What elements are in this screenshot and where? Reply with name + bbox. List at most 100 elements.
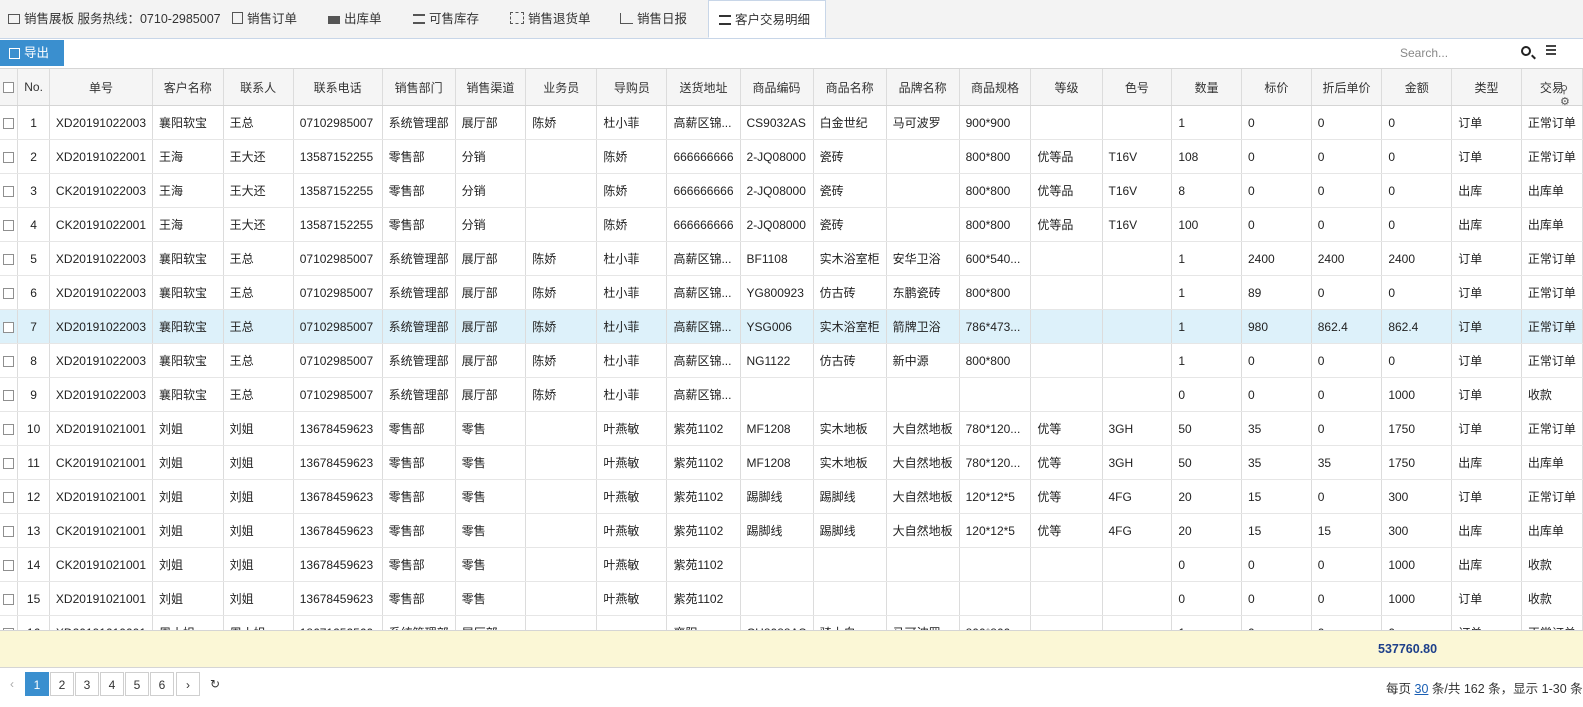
column-header[interactable]: 业务员 [525, 69, 598, 106]
row-checkbox[interactable] [0, 513, 19, 548]
table-cell: 2400 [1381, 241, 1453, 276]
page-button[interactable]: 6 [150, 672, 174, 696]
table-cell [525, 479, 598, 514]
gear-icon[interactable]: ⚙ [1560, 96, 1574, 108]
row-checkbox[interactable] [0, 139, 19, 174]
table-cell: 瓷砖 [813, 173, 887, 208]
table-cell [1102, 241, 1173, 276]
table-cell: 1 [1171, 309, 1242, 344]
search-icon[interactable] [1521, 46, 1531, 56]
table-row[interactable]: 10 XD20191021001 刘姐 刘姐 13678459623 零售部 零售 叶燕敏 紫苑… [0, 411, 1583, 446]
tab-sales-dashboard[interactable]: 销售展板 服务热线：0710-2985007 [8, 0, 221, 38]
column-header[interactable]: 商品规格 [959, 69, 1032, 106]
table-cell: 1 [1171, 615, 1242, 631]
column-header[interactable]: 销售渠道 [455, 69, 527, 106]
page-button[interactable]: 1 [25, 672, 49, 696]
table-cell: 862.4 [1381, 309, 1453, 344]
column-header[interactable]: 金额 [1381, 69, 1453, 106]
row-checkbox[interactable] [0, 479, 19, 514]
column-header[interactable]: 商品编码 [740, 69, 814, 106]
table-row[interactable]: 3 CK20191022003 王海 王大还 13587152255 零售部 分销 陈娇 666… [0, 173, 1583, 208]
table-cell: 杜小菲 [596, 343, 668, 378]
table-row[interactable]: 11 CK20191021001 刘姐 刘姐 13678459623 零售部 零售 叶燕敏 紫苑… [0, 445, 1583, 480]
column-header[interactable]: 类型 [1451, 69, 1522, 106]
column-header[interactable]: 色号 [1102, 69, 1173, 106]
row-checkbox[interactable] [0, 241, 19, 276]
column-header[interactable]: 联系人 [223, 69, 294, 106]
table-row[interactable]: 16XD20191010001周小姐周小姐18671252560系统管理部展厅部… [0, 615, 1583, 631]
row-checkbox[interactable] [0, 105, 19, 140]
table-row[interactable]: 14 CK20191021001 刘姐 刘姐 13678459623 零售部 零售 叶燕敏 紫苑… [0, 547, 1583, 582]
table-cell: 陈娇 [596, 207, 668, 242]
tab-daily-report[interactable]: 销售日报 [620, 0, 687, 38]
table-row[interactable]: 15 XD20191021001 刘姐 刘姐 13678459623 零售部 零售 叶燕敏 紫苑… [0, 581, 1583, 616]
table-cell: 订单 [1451, 241, 1522, 276]
prev-page-icon[interactable]: ‹ [0, 672, 24, 696]
table-cell: CK20191022003 [49, 173, 154, 208]
columns-menu-icon[interactable] [1546, 45, 1556, 57]
column-header[interactable]: 销售部门 [382, 69, 456, 106]
column-header[interactable]: 联系电话 [293, 69, 383, 106]
tab-available-stock[interactable]: 可售库存 [413, 0, 479, 38]
row-checkbox[interactable] [0, 547, 19, 582]
column-header[interactable]: 折后单价 [1311, 69, 1383, 106]
page-size-link[interactable]: 30 [1415, 682, 1429, 696]
table-row[interactable]: 4 CK20191022001 王海 王大还 13587152255 零售部 分销 陈娇 666… [0, 207, 1583, 242]
row-checkbox[interactable] [0, 445, 19, 480]
row-checkbox[interactable] [0, 581, 19, 616]
row-checkbox[interactable] [0, 207, 19, 242]
table-row[interactable]: 13 CK20191021001 刘姐 刘姐 13678459623 零售部 零售 叶燕敏 紫苑… [0, 513, 1583, 548]
table-row[interactable]: 2 XD20191022001 王海 王大还 13587152255 零售部 分销 陈娇 666… [0, 139, 1583, 174]
bar-chart-icon [620, 13, 633, 24]
table-cell: 出库 [1451, 207, 1522, 242]
select-all-checkbox[interactable] [0, 69, 19, 106]
table-row[interactable]: 1 XD20191022003 襄阳软宝 王总 07102985007 系统管理部 展厅部陈… [0, 105, 1583, 140]
table-row[interactable]: 8 XD20191022003 襄阳软宝 王总 07102985007 系统管理部 展厅部陈… [0, 343, 1583, 378]
table-cell: 4FG [1102, 513, 1173, 548]
next-page-icon[interactable]: › [176, 672, 200, 696]
page-button[interactable]: 5 [125, 672, 149, 696]
export-button[interactable]: 导出 [0, 40, 64, 66]
table-cell: 大自然地板 [886, 411, 960, 446]
page-button[interactable]: 4 [100, 672, 124, 696]
column-header[interactable]: 标价 [1241, 69, 1312, 106]
column-header[interactable]: 品牌名称 [886, 69, 960, 106]
row-checkbox[interactable] [0, 343, 19, 378]
column-header[interactable]: 单号 [49, 69, 154, 106]
table-cell: 12 [17, 479, 50, 514]
row-checkbox[interactable] [0, 309, 19, 344]
tab-sales-order[interactable]: 销售订单 [232, 0, 297, 38]
row-checkbox[interactable] [0, 615, 19, 631]
search-icon[interactable]: ⚲ [1560, 84, 1574, 96]
table-cell [740, 377, 814, 412]
table-row[interactable]: 9 XD20191022003 襄阳软宝 王总 07102985007 系统管理部 展厅部陈… [0, 377, 1583, 412]
column-header[interactable]: 送货地址 [666, 69, 741, 106]
table-cell [1102, 105, 1173, 140]
table-row[interactable]: 12 XD20191021001 刘姐 刘姐 13678459623 零售部 零售 叶燕敏 紫苑… [0, 479, 1583, 514]
table-row[interactable]: 6 XD20191022003 襄阳软宝 王总 07102985007 系统管理部 展厅部陈… [0, 275, 1583, 310]
tab-customer-transactions[interactable]: 客户交易明细 [708, 0, 826, 38]
row-checkbox[interactable] [0, 173, 19, 208]
column-header[interactable]: 导购员 [596, 69, 668, 106]
table-cell: 600*540... [959, 241, 1032, 276]
list-icon [413, 14, 425, 24]
tab-outbound[interactable]: 出库单 [328, 0, 382, 38]
column-header[interactable]: 等级 [1030, 69, 1103, 106]
page-button[interactable]: 2 [50, 672, 74, 696]
column-header[interactable]: No. [17, 69, 50, 106]
page-button[interactable]: 3 [75, 672, 99, 696]
table-cell: 108 [1171, 139, 1242, 174]
search-input[interactable]: Search... [1400, 43, 1514, 63]
tab-sales-return[interactable]: 销售退货单 [510, 0, 591, 38]
row-checkbox[interactable] [0, 411, 19, 446]
table-row[interactable]: 5 XD20191022003 襄阳软宝 王总 07102985007 系统管理部 展厅部陈… [0, 241, 1583, 276]
row-checkbox[interactable] [0, 275, 19, 310]
column-header[interactable]: 数量 [1171, 69, 1242, 106]
column-header[interactable]: 商品名称 [813, 69, 887, 106]
row-checkbox[interactable] [0, 377, 19, 412]
table-cell: XD20191022001 [49, 139, 154, 174]
refresh-icon[interactable]: ↻ [203, 672, 227, 696]
table-row[interactable]: 7 XD20191022003 襄阳软宝 王总 07102985007 系统管理部 展厅部陈… [0, 309, 1583, 344]
column-header[interactable]: 客户名称 [152, 69, 224, 106]
table-cell: 出库单 [1521, 513, 1583, 548]
